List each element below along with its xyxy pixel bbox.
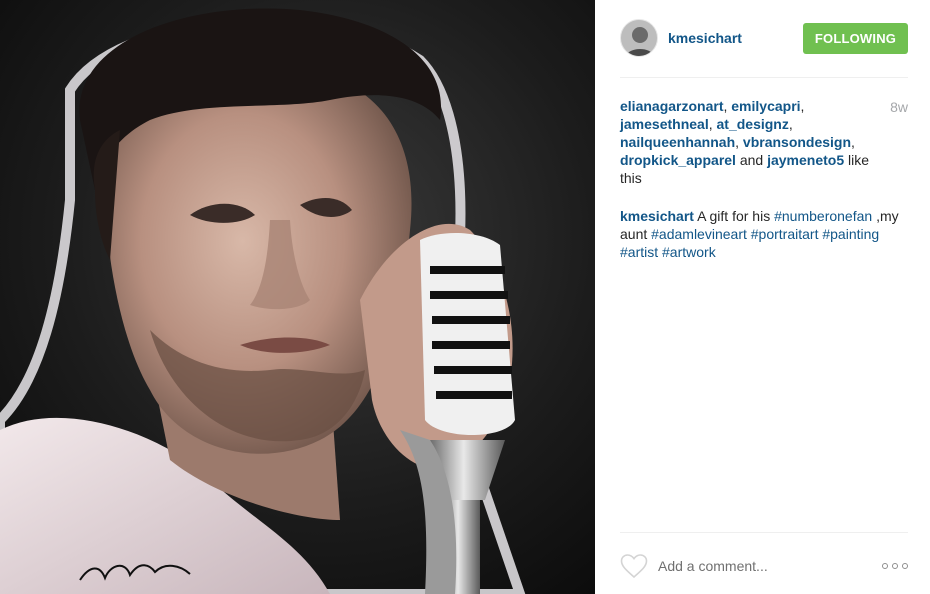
hashtag[interactable]: #numberonefan (774, 208, 872, 224)
more-options-icon[interactable] (882, 561, 908, 571)
like-user[interactable]: at_designz (717, 116, 789, 132)
hashtag[interactable]: #portraitart (751, 226, 819, 242)
caption-author[interactable]: kmesichart (620, 208, 694, 224)
like-user[interactable]: elianagarzonart (620, 98, 723, 114)
post-author-username[interactable]: kmesichart (668, 30, 742, 46)
like-user[interactable]: vbransondesign (743, 134, 851, 150)
post-header: kmesichart FOLLOWING (620, 18, 908, 78)
add-comment-input[interactable] (658, 555, 858, 577)
post-age: 8w (890, 99, 908, 115)
post-footer (620, 532, 908, 594)
caption-text: A gift for his (697, 208, 771, 224)
dot (902, 563, 908, 569)
avatar[interactable] (620, 19, 658, 57)
portrait-painting (0, 0, 595, 594)
hashtag[interactable]: #artist (620, 244, 658, 260)
post-image[interactable] (0, 0, 595, 594)
hashtag[interactable]: #artwork (662, 244, 716, 260)
comments-section: 8w elianagarzonart, emilycapri, jameseth… (620, 97, 908, 261)
hashtag[interactable]: #adamlevineart (651, 226, 747, 242)
likes-summary: 8w elianagarzonart, emilycapri, jameseth… (620, 98, 908, 186)
like-user[interactable]: dropkick_apparel (620, 152, 736, 168)
likes-connector: and (739, 152, 764, 168)
dot (892, 563, 898, 569)
like-user[interactable]: emilycapri (731, 98, 800, 114)
post-caption: kmesichart A gift for his #numberonefan … (620, 207, 908, 261)
post-details-panel: kmesichart FOLLOWING 8w elianagarzonart,… (595, 0, 930, 594)
like-user[interactable]: jaymeneto5 (767, 152, 844, 168)
following-button[interactable]: FOLLOWING (803, 23, 908, 54)
like-user[interactable]: nailqueenhannah (620, 134, 735, 150)
like-user[interactable]: jamesethneal (620, 116, 709, 132)
heart-outline-icon[interactable] (620, 553, 648, 579)
dot (882, 563, 888, 569)
hashtag[interactable]: #painting (822, 226, 879, 242)
